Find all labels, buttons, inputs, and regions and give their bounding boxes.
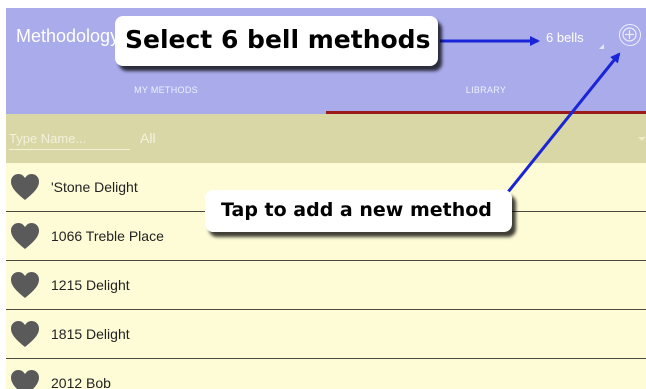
callout-add-method: Tap to add a new method xyxy=(205,190,512,232)
arrow-to-add-button xyxy=(506,52,621,193)
callout-select-bells: Select 6 bell methods xyxy=(115,16,438,66)
